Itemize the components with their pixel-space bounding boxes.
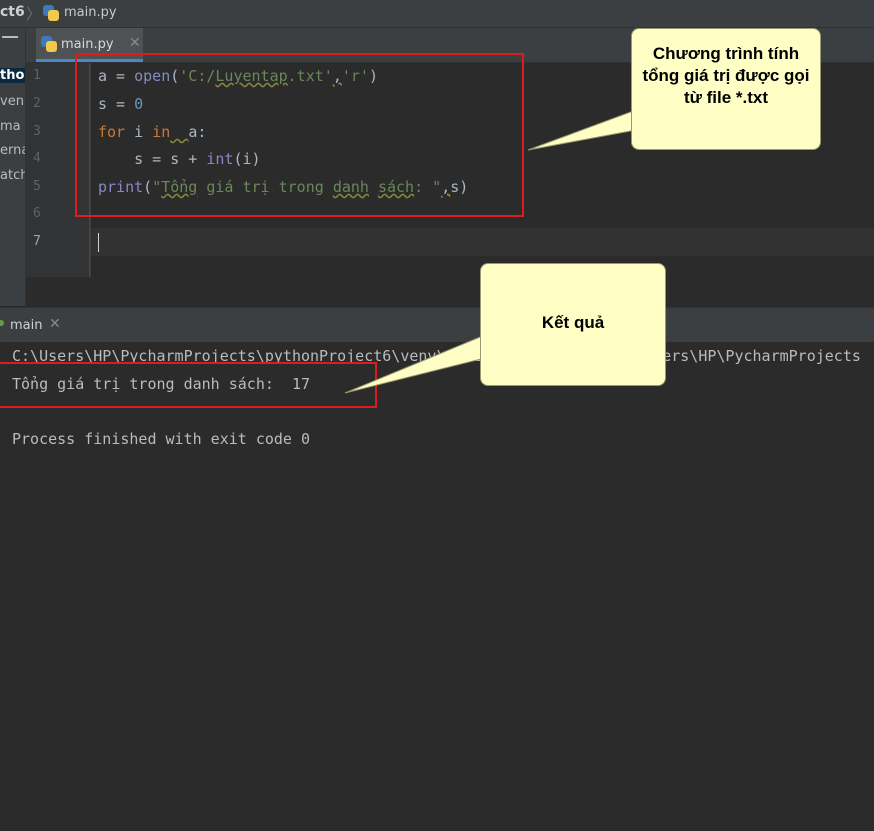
breadcrumb-project[interactable]: ct6 (0, 4, 25, 20)
line-number: 1 (33, 68, 41, 83)
current-line-highlight (26, 228, 874, 256)
result-callout: Kết quả (480, 263, 666, 386)
line-number: 4 (33, 151, 41, 166)
close-icon[interactable]: ✕ (129, 35, 141, 51)
python-file-icon (43, 5, 59, 21)
tab-label: main.py (61, 37, 114, 52)
project-tree-root[interactable]: thon (0, 68, 25, 83)
result-highlight-box (0, 362, 377, 408)
python-file-icon (41, 36, 57, 52)
line-number: 6 (33, 206, 41, 221)
text-caret (98, 233, 99, 252)
run-config-icon (0, 320, 4, 326)
line-number-current: 7 (33, 234, 41, 249)
project-tree-item[interactable]: erna (0, 143, 25, 158)
project-tool-window: thon ven ma erna atch (0, 28, 26, 306)
line-number: 2 (33, 96, 41, 111)
console-exit-line: Process finished with exit code 0 (12, 430, 311, 448)
line-number: 3 (33, 124, 41, 139)
project-tree-item[interactable]: ma (0, 119, 21, 134)
breadcrumb-file[interactable]: main.py (64, 5, 117, 20)
tab-run-main[interactable]: main (10, 318, 42, 333)
line-number: 5 (33, 179, 41, 194)
run-console[interactable]: C:\Users\HP\PycharmProjects\pythonProjec… (0, 342, 874, 831)
project-tree-item[interactable]: ven (0, 94, 24, 109)
code-highlight-box (75, 53, 524, 217)
project-tree-item[interactable]: atch (0, 168, 25, 183)
navigation-bar: ct6 〉 main.py (0, 0, 874, 28)
close-icon[interactable]: ✕ (49, 316, 61, 332)
program-callout: Chương trình tính tổng giá trị được gọi … (631, 28, 821, 150)
collapse-icon[interactable] (2, 36, 18, 38)
breadcrumb-separator: 〉 (26, 5, 42, 23)
run-tool-window-header: main ✕ (0, 307, 874, 343)
